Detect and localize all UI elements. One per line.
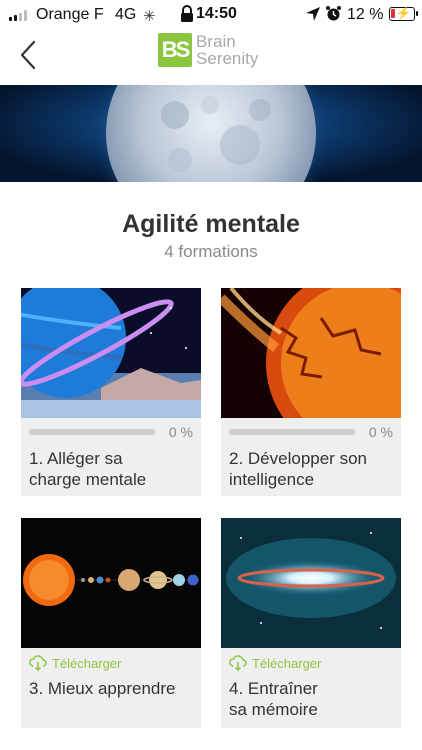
formation-card-1[interactable]: 0 % 1. Alléger sa charge mentale [21,288,201,496]
logo-mark: BS [158,33,192,67]
brand-logo: BS Brain Serenity [158,33,258,67]
formation-title: 3. Mieux apprendre [29,679,176,698]
progress-bar [29,429,156,435]
download-label: Télécharger [52,655,122,671]
logo-text: Brain Serenity [196,32,259,68]
progress-percent: 0 % [168,424,193,440]
location-arrow-icon [306,7,320,21]
formation-title: 1. Alléger sa charge mentale [29,449,147,489]
moon-banner-image [0,85,422,182]
status-bar: Orange F 4G ✳ 14:50 12 % ⚡ [0,0,422,30]
progress-bar [229,429,356,435]
burning-sun-image [221,288,401,418]
signal-strength-icon [9,10,27,21]
ringed-planet-image [21,288,201,418]
clock: 14:50 [196,5,237,22]
network-type: 4G [115,6,137,23]
galaxy-image [221,518,401,648]
alarm-clock-icon [326,6,341,21]
formations-count: 4 formations [164,242,258,261]
formation-title: 4. Entraîner sa mémoire [229,679,318,719]
download-button[interactable]: Télécharger [29,655,121,671]
formation-card-2[interactable]: 0 % 2. Développer son intelligence [221,288,401,496]
formation-card-3[interactable]: Télécharger 3. Mieux apprendre [21,518,201,728]
download-label: Télécharger [252,655,322,671]
carrier-name: Orange F [36,6,104,23]
progress-percent: 0 % [368,424,393,440]
activity-spinner-icon: ✳ [143,8,156,25]
formation-title: 2. Développer son intelligence [229,449,367,489]
orientation-lock-icon [181,5,193,22]
download-button[interactable]: Télécharger [229,655,321,671]
back-chevron-icon[interactable] [14,38,44,72]
battery-percent: 12 % [347,6,384,23]
formation-card-4[interactable]: Télécharger 4. Entraîner sa mémoire [221,518,401,728]
page-title: Agilité mentale [122,210,300,238]
solar-system-image [21,518,201,648]
cloud-download-icon [229,655,247,671]
cloud-download-icon [29,655,47,671]
battery-icon: ⚡ [389,6,418,21]
